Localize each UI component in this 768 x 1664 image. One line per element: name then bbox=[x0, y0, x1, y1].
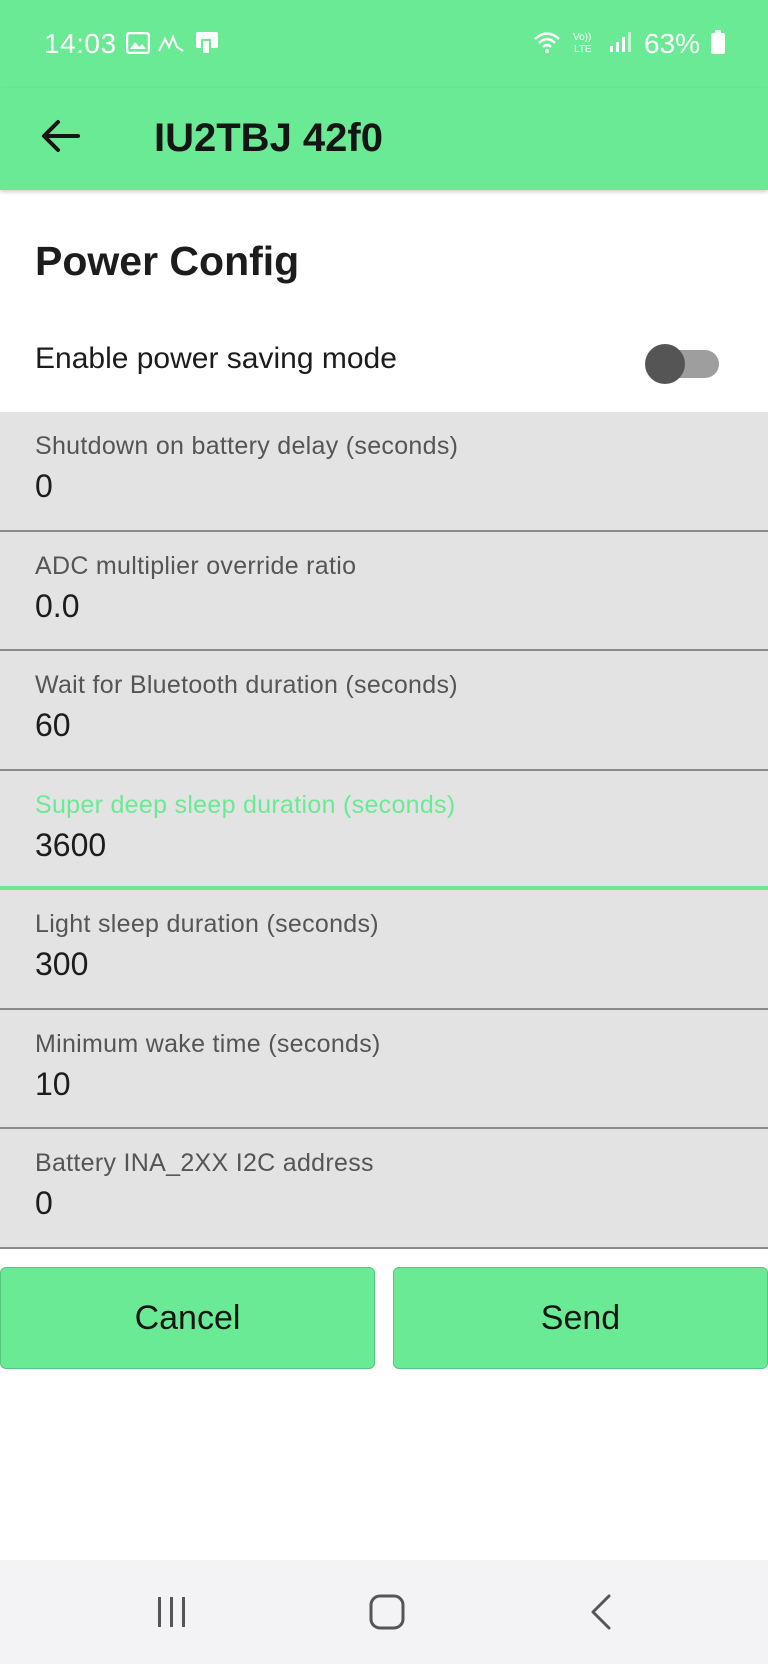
cancel-button[interactable]: Cancel bbox=[0, 1267, 375, 1369]
bluetooth-wait-field[interactable]: Wait for Bluetooth duration (seconds) 60 bbox=[0, 651, 768, 771]
app-bar: IU2TBJ 42f0 bbox=[0, 88, 768, 190]
field-label: Light sleep duration (seconds) bbox=[35, 910, 379, 938]
power-saving-toggle[interactable] bbox=[645, 340, 721, 384]
arrow-left-icon bbox=[40, 119, 80, 158]
nav-back-button[interactable] bbox=[572, 1586, 632, 1642]
battery-icon bbox=[710, 29, 726, 60]
signal-wave-icon bbox=[158, 33, 184, 58]
power-saving-row: Enable power saving mode bbox=[0, 326, 768, 412]
navigation-bar bbox=[0, 1560, 768, 1664]
shutdown-delay-field[interactable]: Shutdown on battery delay (seconds) 0 bbox=[0, 412, 768, 532]
status-bar: 14:03 Vo)) LTE 63% bbox=[0, 0, 768, 88]
svg-text:Vo)): Vo)) bbox=[573, 32, 591, 43]
device-icon bbox=[192, 30, 220, 61]
wifi-icon bbox=[532, 30, 562, 59]
section-title: Power Config bbox=[35, 238, 300, 284]
field-value: 60 bbox=[35, 707, 71, 743]
field-value: 0 bbox=[35, 1185, 53, 1221]
field-value: 300 bbox=[35, 946, 89, 982]
light-sleep-field[interactable]: Light sleep duration (seconds) 300 bbox=[0, 890, 768, 1010]
field-label: Shutdown on battery delay (seconds) bbox=[35, 432, 459, 460]
field-label: ADC multiplier override ratio bbox=[35, 551, 357, 580]
gallery-icon bbox=[125, 31, 151, 59]
back-chevron-icon bbox=[587, 1593, 617, 1636]
field-value: 10 bbox=[35, 1065, 71, 1102]
field-label: Wait for Bluetooth duration (seconds) bbox=[35, 671, 458, 699]
status-icons-left bbox=[125, 30, 220, 61]
field-value: 0.0 bbox=[35, 587, 80, 624]
toggle-thumb bbox=[645, 344, 685, 384]
volte-icon: Vo)) LTE bbox=[572, 29, 598, 60]
field-label: Battery INA_2XX I2C address bbox=[35, 1149, 374, 1177]
home-icon bbox=[368, 1593, 406, 1636]
min-wake-time-field[interactable]: Minimum wake time (seconds) 10 bbox=[0, 1009, 768, 1129]
super-deep-sleep-field[interactable]: Super deep sleep duration (seconds) 3600 bbox=[0, 770, 768, 890]
back-button[interactable] bbox=[32, 110, 88, 166]
battery-i2c-address-field[interactable]: Battery INA_2XX I2C address 0 bbox=[0, 1129, 768, 1249]
status-time: 14:03 bbox=[44, 28, 117, 59]
send-button[interactable]: Send bbox=[393, 1267, 768, 1369]
home-button[interactable] bbox=[357, 1586, 417, 1642]
field-label: Super deep sleep duration (seconds) bbox=[35, 790, 456, 819]
recents-icon bbox=[154, 1594, 190, 1635]
field-label: Minimum wake time (seconds) bbox=[35, 1029, 381, 1058]
power-saving-label: Enable power saving mode bbox=[35, 342, 397, 375]
status-icons-right: Vo)) LTE 63% bbox=[532, 28, 726, 60]
svg-text:LTE: LTE bbox=[574, 44, 592, 55]
app-title: IU2TBJ 42f0 bbox=[154, 116, 383, 160]
config-fields: Shutdown on battery delay (seconds) 0 AD… bbox=[0, 412, 768, 1249]
recents-button[interactable] bbox=[142, 1586, 202, 1642]
field-value: 0 bbox=[35, 468, 53, 504]
adc-multiplier-field[interactable]: ADC multiplier override ratio 0.0 bbox=[0, 531, 768, 651]
field-value: 3600 bbox=[35, 826, 107, 863]
cell-signal-icon bbox=[608, 30, 634, 59]
battery-percent: 63% bbox=[643, 28, 700, 59]
